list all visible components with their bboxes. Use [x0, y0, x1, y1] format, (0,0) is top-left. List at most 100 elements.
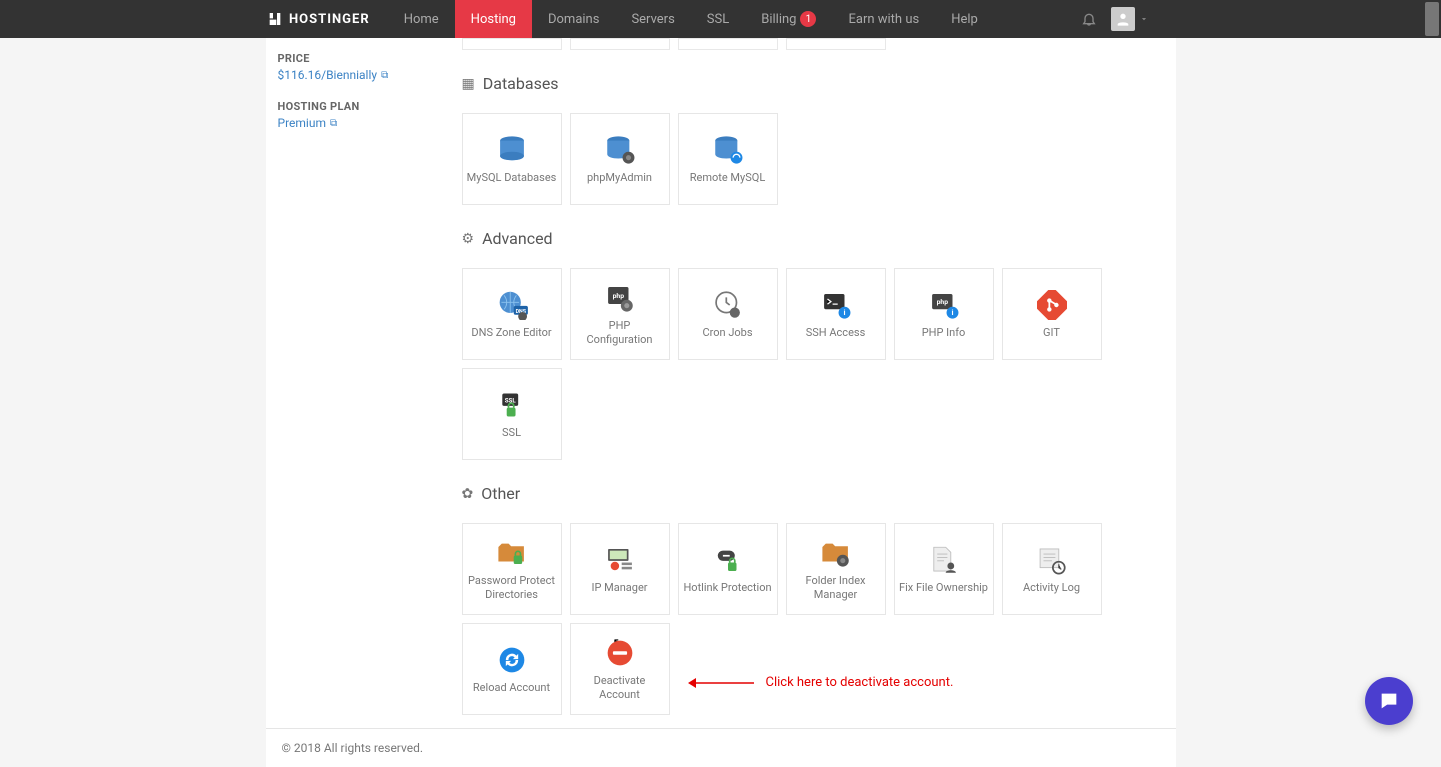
sidebar: PRICE $116.16/Biennially ⧉ HOSTING PLAN …	[266, 38, 456, 728]
nav-earn[interactable]: Earn with us	[832, 0, 935, 38]
card-fix-file-ownership[interactable]: Fix File Ownership	[894, 523, 994, 615]
card-mysql-databases[interactable]: MySQL Databases	[462, 113, 562, 205]
section-advanced-label: Advanced	[482, 229, 553, 248]
card-git[interactable]: GIT	[1002, 268, 1102, 360]
nav-home[interactable]: Home	[388, 0, 455, 38]
nav-hosting[interactable]: Hosting	[455, 0, 532, 38]
folder-gear-icon	[816, 536, 856, 570]
card-folder-index-manager[interactable]: Folder Index Manager	[786, 523, 886, 615]
svg-text:i: i	[951, 308, 953, 317]
nav-billing-label: Billing	[761, 12, 796, 27]
avatar-icon	[1111, 7, 1135, 31]
card-ssl[interactable]: SSL SSL	[462, 368, 562, 460]
gear-section-icon: ✿	[462, 486, 474, 502]
truncated-card[interactable]	[570, 38, 670, 50]
browser-scrollbar[interactable]	[1425, 2, 1439, 36]
user-menu[interactable]	[1111, 7, 1149, 31]
link-lock-icon	[708, 543, 748, 577]
truncated-card[interactable]	[786, 38, 886, 50]
card-activity-log[interactable]: Activity Log	[1002, 523, 1102, 615]
databases-cards: MySQL Databases phpMyAdmin Remote MySQL	[462, 113, 1162, 205]
card-label: PHP Configuration	[575, 319, 665, 347]
svg-text:i: i	[843, 308, 845, 317]
card-ip-manager[interactable]: IP Manager	[570, 523, 670, 615]
nav-domains[interactable]: Domains	[532, 0, 615, 38]
card-label: MySQL Databases	[467, 171, 557, 185]
card-phpmyadmin[interactable]: phpMyAdmin	[570, 113, 670, 205]
card-hotlink-protection[interactable]: Hotlink Protection	[678, 523, 778, 615]
card-label: IP Manager	[591, 581, 647, 595]
dns-globe-icon: DNS	[492, 288, 532, 322]
card-password-protect[interactable]: Password Protect Directories	[462, 523, 562, 615]
truncated-section-row	[462, 38, 1162, 50]
card-label: Activity Log	[1023, 581, 1080, 595]
arrow-left-icon	[686, 676, 756, 690]
git-icon	[1032, 288, 1072, 322]
card-php-configuration[interactable]: php PHP Configuration	[570, 268, 670, 360]
notifications-icon[interactable]	[1081, 11, 1097, 27]
php-info-icon: phpi	[924, 288, 964, 322]
nav-billing[interactable]: Billing 1	[745, 0, 832, 38]
svg-text:php: php	[612, 292, 624, 300]
ip-manager-icon	[600, 543, 640, 577]
deactivate-icon	[600, 636, 640, 670]
card-label: SSH Access	[806, 326, 866, 340]
card-deactivate-account[interactable]: ↖ Deactivate Account	[570, 623, 670, 715]
chat-widget-button[interactable]	[1365, 677, 1413, 725]
ssl-lock-icon: SSL	[492, 388, 532, 422]
section-databases-label: Databases	[483, 74, 559, 93]
hostinger-logo-icon	[267, 11, 283, 27]
card-label: Folder Index Manager	[791, 574, 881, 602]
card-label: Remote MySQL	[690, 171, 766, 185]
card-ssh-access[interactable]: i SSH Access	[786, 268, 886, 360]
database-gear-icon	[600, 133, 640, 167]
card-label: Password Protect Directories	[467, 574, 557, 602]
card-label: PHP Info	[922, 326, 966, 340]
sidebar-price-label: PRICE	[278, 52, 444, 65]
terminal-info-icon: i	[816, 288, 856, 322]
card-label: GIT	[1043, 326, 1060, 340]
truncated-card[interactable]	[678, 38, 778, 50]
external-link-icon: ⧉	[381, 70, 388, 81]
chat-icon	[1378, 690, 1400, 712]
clock-gear-icon	[708, 288, 748, 322]
sidebar-plan-value: Premium	[278, 116, 326, 130]
section-advanced-title: ⚙ Advanced	[462, 229, 1162, 254]
section-databases-title: ▦ Databases	[462, 74, 1162, 99]
sidebar-price-value: $116.16/Biennially	[278, 68, 378, 82]
page-container: PRICE $116.16/Biennially ⧉ HOSTING PLAN …	[266, 38, 1176, 728]
section-other-title: ✿ Other	[462, 484, 1162, 509]
truncated-card[interactable]	[462, 38, 562, 50]
card-reload-account[interactable]: Reload Account	[462, 623, 562, 715]
card-label: Fix File Ownership	[899, 581, 988, 595]
database-remote-icon	[708, 133, 748, 167]
nav-help[interactable]: Help	[935, 0, 994, 38]
card-cron-jobs[interactable]: Cron Jobs	[678, 268, 778, 360]
svg-text:php: php	[936, 298, 948, 306]
card-dns-zone-editor[interactable]: DNS DNS Zone Editor	[462, 268, 562, 360]
sidebar-price-link[interactable]: $116.16/Biennially ⧉	[278, 68, 389, 82]
log-clock-icon	[1032, 543, 1072, 577]
brand-logo[interactable]: HOSTINGER	[267, 11, 370, 27]
card-label: Cron Jobs	[702, 326, 752, 340]
file-user-icon	[924, 543, 964, 577]
primary-nav: Home Hosting Domains Servers SSL Billing…	[388, 0, 994, 38]
card-remote-mysql[interactable]: Remote MySQL	[678, 113, 778, 205]
billing-badge: 1	[800, 11, 816, 27]
sidebar-plan-label: HOSTING PLAN	[278, 100, 444, 113]
nav-servers[interactable]: Servers	[615, 0, 690, 38]
database-section-icon: ▦	[462, 76, 475, 92]
card-label: Reload Account	[473, 681, 550, 695]
advanced-cards: DNS DNS Zone Editor php PHP Configuratio…	[462, 268, 1162, 460]
section-other-label: Other	[481, 484, 520, 503]
main-content: ▦ Databases MySQL Databases phpMyAdmin	[456, 38, 1176, 728]
card-label: SSL	[502, 426, 521, 440]
top-navbar: HOSTINGER Home Hosting Domains Servers S…	[0, 0, 1441, 38]
footer: © 2018 All rights reserved.	[266, 728, 1176, 767]
nav-ssl[interactable]: SSL	[691, 0, 745, 38]
sidebar-plan-link[interactable]: Premium ⧉	[278, 116, 338, 130]
card-php-info[interactable]: phpi PHP Info	[894, 268, 994, 360]
gears-section-icon: ⚙	[462, 231, 475, 247]
card-label: Deactivate Account	[575, 674, 665, 702]
annotation: Click here to deactivate account.	[686, 675, 1162, 690]
